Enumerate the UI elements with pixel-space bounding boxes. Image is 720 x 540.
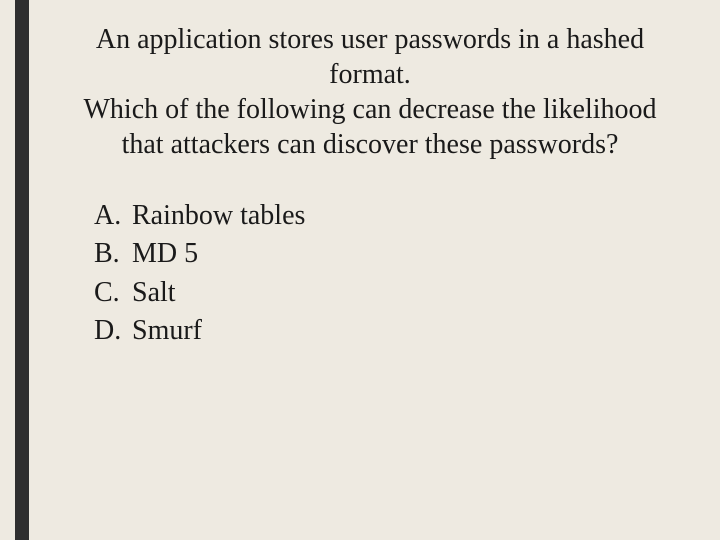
option-letter: C. [94, 275, 132, 311]
options-list: A. Rainbow tables B. MD 5 C. Salt D. Smu… [94, 198, 690, 350]
accent-bar [15, 0, 29, 540]
option-b: B. MD 5 [94, 236, 690, 272]
slide-content: An application stores user passwords in … [50, 0, 690, 352]
option-a: A. Rainbow tables [94, 198, 690, 234]
question-line-1: An application stores user passwords in … [96, 24, 644, 90]
option-letter: B. [94, 236, 132, 272]
option-d: D. Smurf [94, 313, 690, 349]
question-line-2: Which of the following can decrease the … [83, 94, 656, 160]
option-text: Rainbow tables [132, 198, 305, 234]
option-text: MD 5 [132, 236, 198, 272]
option-text: Smurf [132, 313, 202, 349]
option-c: C. Salt [94, 275, 690, 311]
option-letter: D. [94, 313, 132, 349]
question-text: An application stores user passwords in … [60, 22, 680, 162]
option-letter: A. [94, 198, 132, 234]
option-text: Salt [132, 275, 176, 311]
